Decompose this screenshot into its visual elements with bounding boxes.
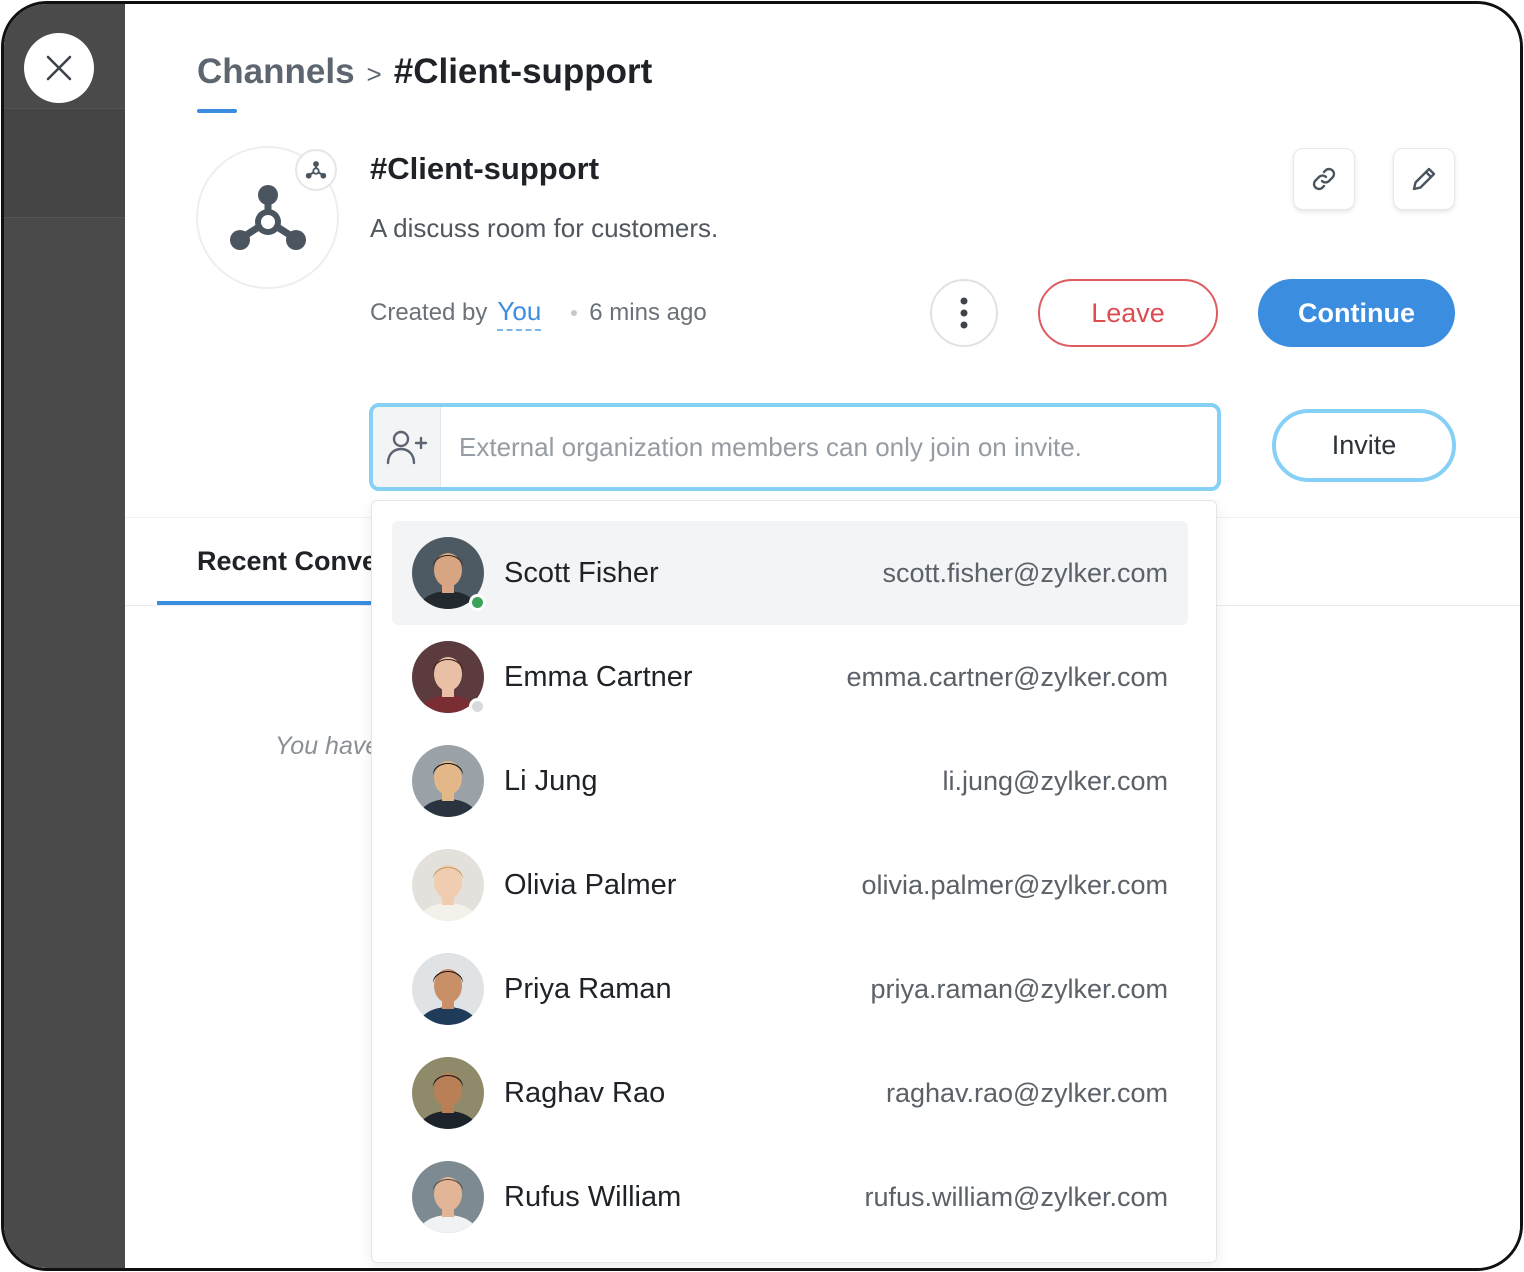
breadcrumb: Channels > #Client-support	[197, 52, 652, 92]
meta-separator-dot	[571, 310, 578, 316]
channel-hub-icon	[229, 184, 306, 250]
created-by-label: Created by	[370, 299, 488, 326]
member-name: Li Jung	[504, 764, 598, 797]
member-name: Scott Fisher	[504, 556, 659, 589]
avatar	[412, 849, 484, 921]
avatar	[412, 537, 486, 611]
invite-field-prefix	[373, 407, 441, 487]
leave-button[interactable]: Leave	[1038, 279, 1218, 347]
offline-status-dot	[469, 698, 486, 715]
member-row[interactable]: Olivia Palmer olivia.palmer@zylker.com	[392, 833, 1188, 937]
channel-description: A discuss room for customers.	[370, 213, 719, 243]
member-email: li.jung@zylker.com	[942, 765, 1168, 796]
avatar	[412, 1161, 484, 1233]
continue-button[interactable]: Continue	[1258, 279, 1455, 347]
member-email: olivia.palmer@zylker.com	[861, 869, 1169, 900]
avatar	[412, 745, 484, 817]
member-name: Rufus William	[504, 1180, 682, 1213]
member-row[interactable]: Scott Fisher scott.fisher@zylker.com	[392, 521, 1188, 625]
member-suggestions-dropdown: Scott Fisher scott.fisher@zylker.com Emma …	[371, 500, 1217, 1263]
created-info: Created by You 6 mins ago	[370, 296, 707, 331]
breadcrumb-underline	[197, 109, 237, 113]
avatar	[412, 641, 486, 715]
link-icon	[1312, 167, 1336, 191]
avatar	[412, 953, 484, 1025]
copy-link-button[interactable]	[1293, 148, 1355, 210]
member-email: rufus.william@zylker.com	[864, 1181, 1168, 1212]
tab-recent-conversations[interactable]: Recent Conve	[197, 546, 377, 577]
pencil-icon	[1412, 167, 1436, 191]
created-time: 6 mins ago	[589, 299, 707, 326]
invite-input[interactable]	[441, 407, 1217, 487]
channel-panel: Channels > #Client-support #Client-suppo…	[125, 4, 1520, 1268]
invite-button[interactable]: Invite	[1272, 409, 1456, 482]
add-user-icon	[386, 430, 427, 465]
member-row[interactable]: Emma Cartner emma.cartner@zylker.com	[392, 625, 1188, 729]
member-email: priya.raman@zylker.com	[870, 973, 1169, 1004]
member-email: emma.cartner@zylker.com	[846, 661, 1168, 692]
breadcrumb-current: #Client-support	[393, 52, 653, 91]
more-vertical-icon	[960, 297, 968, 329]
member-row[interactable]: Raghav Rao raghav.rao@zylker.com	[392, 1041, 1188, 1145]
empty-state-text: You have	[275, 732, 380, 760]
app-frame: Channels > #Client-support #Client-suppo…	[1, 1, 1523, 1271]
close-button[interactable]	[24, 33, 94, 103]
avatar	[412, 1057, 484, 1129]
left-rail	[4, 4, 125, 1268]
member-name: Olivia Palmer	[504, 868, 677, 901]
member-row[interactable]: Li Jung li.jung@zylker.com	[392, 729, 1188, 833]
created-by-user-link[interactable]: You	[497, 296, 542, 331]
more-options-button[interactable]	[930, 279, 998, 347]
breadcrumb-root[interactable]: Channels	[197, 52, 355, 92]
channel-title: #Client-support	[370, 151, 600, 186]
member-name: Priya Raman	[504, 972, 672, 1005]
member-list: Scott Fisher scott.fisher@zylker.com Emma …	[372, 521, 1216, 1249]
channel-type-badge	[295, 149, 337, 191]
member-name: Raghav Rao	[504, 1076, 666, 1109]
close-icon	[46, 55, 72, 81]
breadcrumb-separator: >	[366, 59, 382, 89]
member-email: raghav.rao@zylker.com	[885, 1077, 1168, 1108]
hub-badge-icon	[305, 161, 327, 179]
edit-channel-button[interactable]	[1393, 148, 1455, 210]
left-rail-band	[4, 108, 125, 218]
member-row[interactable]: Priya Raman priya.raman@zylker.com	[392, 937, 1188, 1041]
invite-field	[369, 403, 1221, 491]
member-name: Emma Cartner	[504, 660, 693, 693]
member-row[interactable]: Rufus William rufus.william@zylker.com	[392, 1145, 1188, 1249]
member-email: scott.fisher@zylker.com	[882, 557, 1168, 588]
online-status-dot	[469, 594, 486, 611]
